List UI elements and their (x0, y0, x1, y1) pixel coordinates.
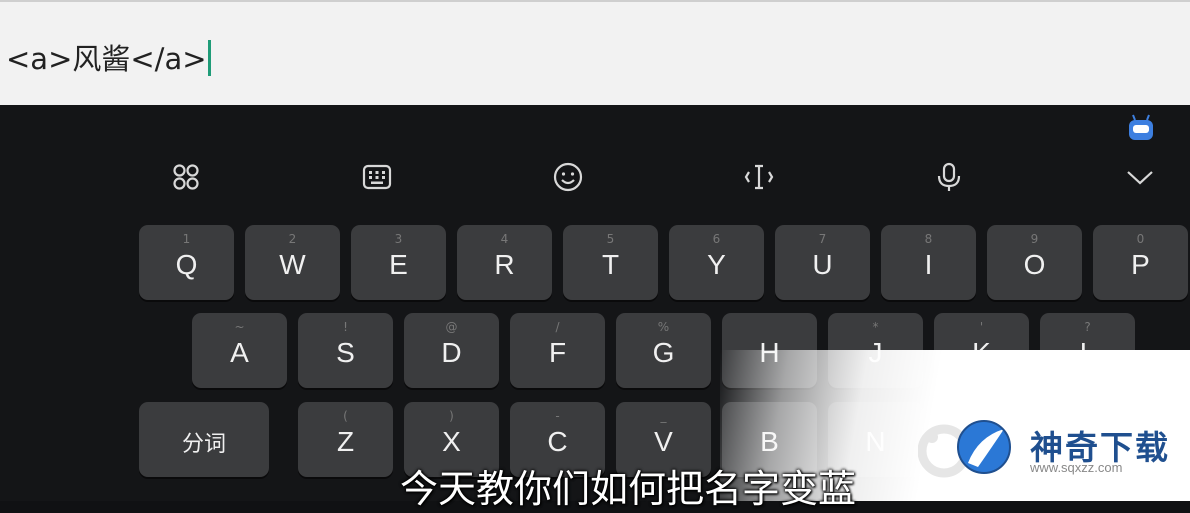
text-cursor (207, 40, 211, 76)
key-r[interactable]: 4R (457, 225, 552, 300)
input-value: <a>风酱</a> (6, 42, 207, 76)
key-w[interactable]: 2W (245, 225, 340, 300)
key-g[interactable]: % G (616, 313, 711, 388)
key-i[interactable]: 8I (881, 225, 976, 300)
watermark: 神奇下载 www.sqxzz.com (917, 417, 1188, 487)
key-p[interactable]: 0P (1093, 225, 1188, 300)
key-y[interactable]: 6Y (669, 225, 764, 300)
text-cursor-icon[interactable] (742, 160, 776, 194)
chevron-down-icon[interactable] (1123, 160, 1157, 194)
key-d[interactable]: @ D (404, 313, 499, 388)
key-f[interactable]: / F (510, 313, 605, 388)
key-o[interactable]: 9O (987, 225, 1082, 300)
segment-key[interactable]: 分词 (139, 402, 269, 477)
watermark-logo-icon (917, 417, 1018, 481)
microphone-icon[interactable] (932, 160, 966, 194)
key-s[interactable]: ! S (298, 313, 393, 388)
assistant-bot-icon[interactable] (1124, 112, 1158, 146)
key-t[interactable]: 5T (563, 225, 658, 300)
key-u[interactable]: 7U (775, 225, 870, 300)
video-subtitle: 今天教你们如何把名字变蓝 (400, 467, 857, 511)
input-text-line[interactable]: <a>风酱</a> (6, 36, 211, 79)
apps-grid-icon[interactable] (169, 160, 203, 194)
keyboard-icon[interactable] (360, 160, 394, 194)
key-e[interactable]: 3E (351, 225, 446, 300)
key-a[interactable]: ~ A (192, 313, 287, 388)
watermark-url: www.sqxzz.com (1030, 460, 1123, 475)
key-z[interactable]: (Z (298, 402, 393, 477)
emoji-icon[interactable] (551, 160, 585, 194)
key-q[interactable]: 1Q (139, 225, 234, 300)
text-input-area[interactable]: <a>风酱</a> (0, 0, 1190, 105)
